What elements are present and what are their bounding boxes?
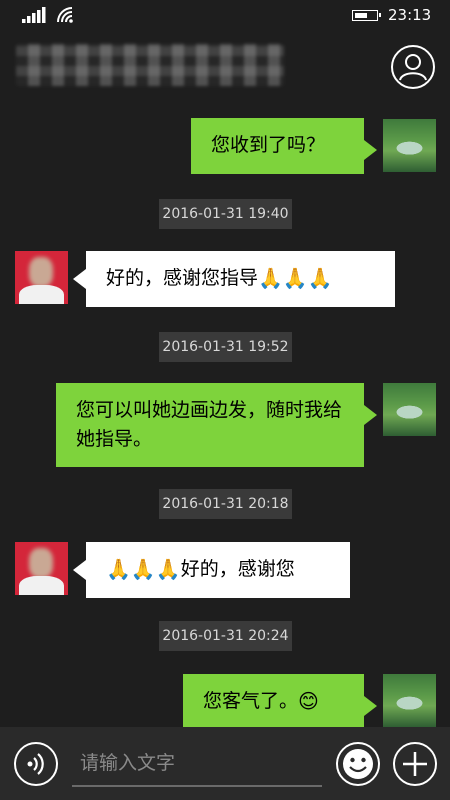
- message-text: 您客气了。: [203, 690, 299, 712]
- outgoing-message[interactable]: 您可以叫她边画边发，随时我给她指导。: [56, 383, 377, 467]
- emoji-button[interactable]: [336, 742, 380, 786]
- smiley-emoji: 😊: [298, 689, 319, 713]
- message-text: 您可以叫她边画边发，随时我给她指导。: [76, 399, 343, 450]
- outgoing-message[interactable]: 您客气了。😊: [183, 674, 377, 730]
- pray-emoji: 🙏🙏🙏: [106, 557, 181, 581]
- incoming-message[interactable]: 好的，感谢您指导🙏🙏🙏: [73, 251, 395, 307]
- add-button[interactable]: [393, 742, 437, 786]
- contact-name-blurred: ██████ ████: [16, 44, 284, 86]
- input-bar: [0, 727, 450, 800]
- message-text: 好的，感谢您指导: [106, 267, 259, 289]
- message-timestamp: 2016-01-31 19:52: [159, 332, 292, 362]
- my-avatar[interactable]: [383, 119, 436, 172]
- message-timestamp: 2016-01-31 20:18: [159, 489, 292, 519]
- outgoing-message[interactable]: 您收到了吗？: [191, 118, 377, 174]
- pray-emoji: 🙏🙏🙏: [258, 266, 333, 290]
- status-time: 23:13: [388, 6, 432, 24]
- profile-button[interactable]: [391, 45, 435, 89]
- signal-icon: [22, 7, 46, 23]
- message-list[interactable]: 您收到了吗？ 2016-01-31 19:40 好的，感谢您指导🙏🙏🙏 2016…: [0, 112, 450, 730]
- chat-header: ██████ ████: [0, 32, 450, 112]
- person-icon: [399, 54, 427, 81]
- my-avatar[interactable]: [383, 674, 436, 727]
- message-text: 您收到了吗？: [211, 134, 326, 156]
- status-bar: 23:13: [0, 0, 450, 32]
- message-input[interactable]: [72, 741, 322, 787]
- smiley-icon: [343, 749, 373, 779]
- plus-icon: [403, 752, 427, 776]
- contact-avatar[interactable]: [15, 251, 68, 304]
- voice-button[interactable]: [14, 742, 58, 786]
- message-timestamp: 2016-01-31 20:24: [159, 621, 292, 651]
- battery-icon: [352, 10, 381, 21]
- voice-icon: [27, 753, 44, 775]
- my-avatar[interactable]: [383, 383, 436, 436]
- contact-avatar[interactable]: [15, 542, 68, 595]
- incoming-message[interactable]: 🙏🙏🙏好的，感谢您: [73, 542, 350, 598]
- wifi-icon: [57, 7, 73, 23]
- message-text: 好的，感谢您: [180, 558, 295, 580]
- message-timestamp: 2016-01-31 19:40: [159, 199, 292, 229]
